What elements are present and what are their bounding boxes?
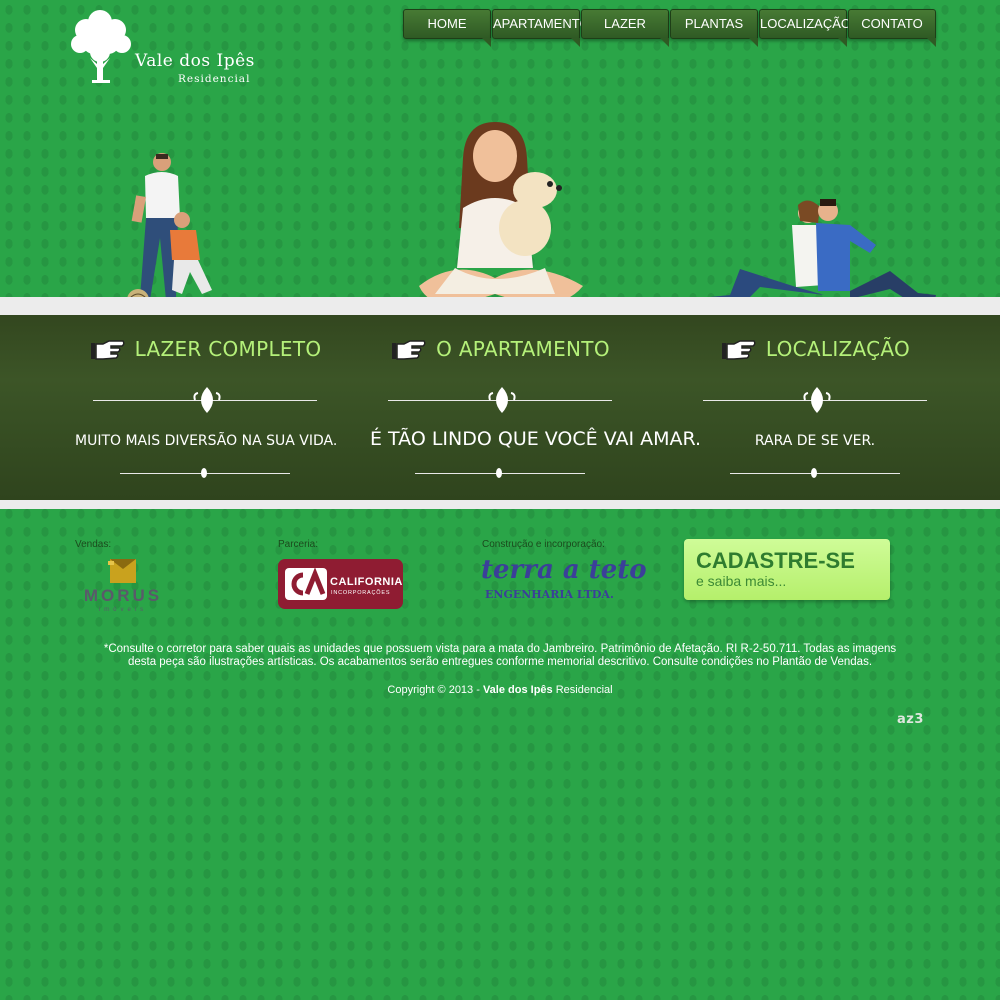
morus-logo[interactable]: MORUS imóveis — [78, 557, 168, 619]
nav-lazer-label: LAZER — [604, 16, 646, 31]
main-nav: HOME APARTAMENTO LAZER PLANTAS LOCALIZAÇ… — [403, 9, 938, 55]
pointing-hand-icon — [90, 339, 125, 360]
nav-plantas[interactable]: PLANTAS — [670, 9, 758, 47]
california-ca-icon — [285, 568, 327, 600]
couple-photo — [710, 199, 936, 303]
copyright: Copyright © 2013 - Vale dos Ipês Residen… — [0, 684, 1000, 696]
feature-apartamento-tagline: É TÃO LINDO QUE VOCÊ VAI AMAR. — [370, 428, 702, 450]
vendas-label: Vendas: — [75, 539, 112, 550]
leaf-ornament-icon — [488, 387, 516, 413]
terra-text: terra a teto — [481, 555, 647, 585]
divider-strip-top — [0, 297, 1000, 315]
feature-localizacao-tagline: RARA DE SE VER. — [754, 433, 876, 449]
parceria-label: Parceria: — [278, 539, 319, 550]
california-text: CALIFORNIA — [330, 576, 403, 588]
divider-strip-bottom — [0, 500, 1000, 509]
nav-lazer[interactable]: LAZER — [581, 9, 669, 47]
agency-credit-link[interactable]: az3 — [897, 712, 924, 727]
feature-lazer-tagline: MUITO MAIS DIVERSÃO NA SUA VIDA. — [75, 433, 338, 449]
feature-localizacao[interactable]: LOCALIZAÇÃO RARA DE SE VER. — [685, 315, 945, 500]
nav-apartamento-label: APARTAMENTO — [493, 16, 590, 31]
feature-lazer-heading[interactable]: LAZER COMPLETO — [75, 337, 335, 363]
diamond-ornament-icon — [496, 468, 502, 478]
girl-with-puppy-photo — [419, 122, 583, 305]
tree-logo-icon — [71, 10, 131, 83]
feature-localizacao-title: LOCALIZAÇÃO — [765, 337, 911, 361]
terra-a-teto-logo[interactable]: terra a teto ENGENHARIA LTDA. — [481, 555, 647, 607]
nav-localizacao[interactable]: LOCALIZAÇÃO — [759, 9, 851, 47]
copyright-brand: Vale dos Ipês — [482, 684, 553, 696]
copyright-suffix: Residencial — [552, 684, 613, 696]
diamond-ornament-icon — [201, 468, 207, 478]
feature-apartamento-heading[interactable]: O APARTAMENTO — [370, 337, 630, 363]
nav-home[interactable]: HOME — [403, 9, 491, 47]
diamond-ornament-icon — [811, 468, 817, 478]
father-son-photo — [127, 153, 212, 311]
feature-lazer-title: LAZER COMPLETO — [134, 337, 322, 361]
copyright-prefix: Copyright © 2013 - — [387, 684, 483, 696]
brand-name: Vale dos Ipês — [135, 51, 255, 71]
nav-contato-label: CONTATO — [861, 16, 923, 31]
cadastre-title: CADASTRE-SE — [696, 548, 855, 573]
morus-text: MORUS — [83, 586, 163, 605]
nav-home-label: HOME — [427, 16, 467, 31]
feature-lazer[interactable]: LAZER COMPLETO MUITO MAIS DIVERSÃO NA SU… — [75, 315, 338, 500]
california-subtext: INCORPORAÇÕES — [331, 590, 391, 596]
feature-apartamento-title: O APARTAMENTO — [436, 337, 610, 361]
logo[interactable]: Vale dos Ipês Residencial — [70, 8, 270, 88]
legal-disclaimer: *Consulte o corretor para saber quais as… — [103, 643, 897, 668]
nav-contato[interactable]: CONTATO — [848, 9, 936, 47]
pointing-hand-icon — [721, 339, 756, 360]
california-logo[interactable]: CALIFORNIA INCORPORAÇÕES — [278, 559, 403, 609]
brand-subtitle: Residencial — [178, 73, 251, 85]
nav-apartamento[interactable]: APARTAMENTO — [492, 9, 590, 47]
cadastre-se-button[interactable]: CADASTRE-SE e saiba mais... — [684, 539, 890, 600]
construcao-label: Construção e incorporação: — [482, 539, 605, 550]
feature-localizacao-heading[interactable]: LOCALIZAÇÃO — [685, 337, 945, 363]
pointing-hand-icon — [392, 339, 426, 360]
morus-subtext: imóveis — [98, 607, 148, 613]
terra-subtext: ENGENHARIA LTDA. — [485, 588, 614, 601]
cadastre-subtitle: e saiba mais... — [696, 573, 787, 589]
nav-plantas-label: PLANTAS — [684, 16, 744, 31]
leaf-ornament-icon — [193, 387, 221, 413]
feature-apartamento[interactable]: O APARTAMENTO É TÃO LINDO QUE VOCÊ VAI A… — [370, 315, 702, 500]
leaf-ornament-icon — [803, 387, 831, 413]
nav-localizacao-label: LOCALIZAÇÃO — [760, 16, 852, 31]
